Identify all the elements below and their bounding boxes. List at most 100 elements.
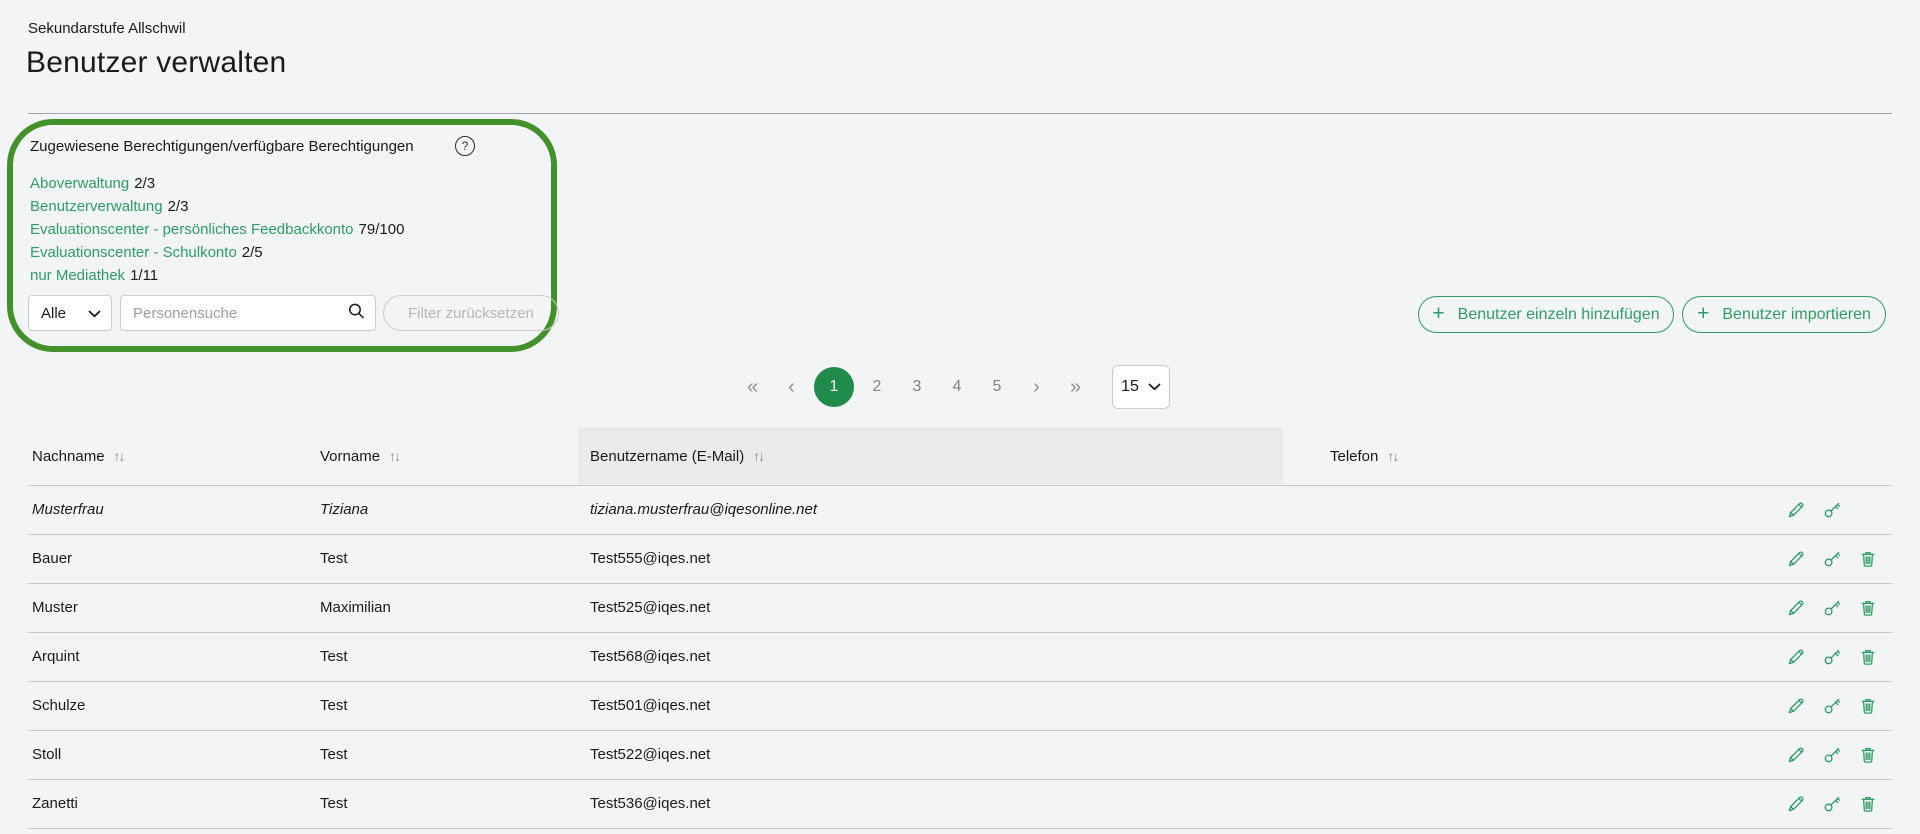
sort-icon[interactable]: ↑↓: [114, 448, 124, 464]
sort-icon[interactable]: ↑↓: [1387, 448, 1397, 464]
cell-vorname: Maximilian: [320, 584, 391, 632]
table-row: Bauer Test Test555@iqes.net: [28, 535, 1892, 584]
delete-icon[interactable]: [1858, 549, 1878, 569]
row-actions: [1786, 731, 1878, 779]
row-actions: [1786, 486, 1878, 534]
reset-filter-button[interactable]: Filter zurücksetzen: [383, 295, 559, 331]
permission-link[interactable]: Evaluationscenter - Schulkonto: [30, 244, 237, 261]
edit-icon[interactable]: [1786, 598, 1806, 618]
column-label: Telefon: [1330, 448, 1378, 465]
chevron-down-icon: [88, 305, 101, 322]
delete-icon[interactable]: [1858, 647, 1878, 667]
permissions-heading: Zugewiesene Berechtigungen/verfügbare Be…: [30, 138, 414, 155]
sort-icon[interactable]: ↑↓: [389, 448, 399, 464]
search-icon[interactable]: [347, 302, 365, 325]
cell-benutzername: Test568@iqes.net: [590, 633, 710, 681]
edit-icon[interactable]: [1786, 794, 1806, 814]
delete-icon[interactable]: [1858, 696, 1878, 716]
permission-item: Evaluationscenter - persönliches Feedbac…: [30, 218, 404, 241]
key-icon[interactable]: [1822, 598, 1842, 618]
row-actions: [1786, 535, 1878, 583]
add-user-label: Benutzer einzeln hinzufügen: [1458, 306, 1660, 324]
prev-page-button[interactable]: ‹: [775, 367, 808, 407]
last-page-button[interactable]: »: [1059, 367, 1092, 407]
permission-link[interactable]: Benutzerverwaltung: [30, 198, 163, 215]
edit-icon[interactable]: [1786, 647, 1806, 667]
cell-vorname: Tiziana: [320, 486, 368, 534]
row-actions: [1786, 682, 1878, 730]
page-button[interactable]: 5: [980, 367, 1014, 407]
key-icon[interactable]: [1822, 745, 1842, 765]
person-search: [120, 295, 376, 331]
title-divider: [28, 113, 1892, 114]
key-icon[interactable]: [1822, 647, 1842, 667]
key-icon[interactable]: [1822, 549, 1842, 569]
pagination: « ‹ 1 2 3 4 5 › » 15: [736, 365, 1170, 409]
key-icon[interactable]: [1822, 500, 1842, 520]
permission-count: 2/3: [168, 198, 189, 215]
column-header-vorname[interactable]: Vorname ↑↓: [320, 427, 399, 485]
column-header-benutzername[interactable]: Benutzername (E-Mail)↑↓: [590, 427, 763, 485]
delete-icon[interactable]: [1858, 794, 1878, 814]
help-icon[interactable]: ?: [455, 136, 475, 156]
page-size-select[interactable]: 15: [1112, 365, 1170, 409]
edit-icon[interactable]: [1786, 745, 1806, 765]
row-actions: [1786, 780, 1878, 828]
edit-icon[interactable]: [1786, 500, 1806, 520]
permission-link[interactable]: nur Mediathek: [30, 267, 125, 284]
permission-count: 79/100: [359, 221, 405, 238]
permission-count: 2/5: [242, 244, 263, 261]
page-button-active[interactable]: 1: [814, 367, 854, 407]
delete-icon[interactable]: [1858, 598, 1878, 618]
permission-item: Aboverwaltung 2/3: [30, 172, 404, 195]
cell-benutzername: Test525@iqes.net: [590, 584, 710, 632]
first-page-button[interactable]: «: [736, 367, 769, 407]
cell-nachname: Schulze: [32, 682, 85, 730]
key-icon[interactable]: [1822, 794, 1842, 814]
column-header-telefon[interactable]: Telefon ↑↓: [1330, 427, 1397, 485]
column-header-nachname[interactable]: Nachname ↑↓: [32, 427, 124, 485]
page-button[interactable]: 2: [860, 367, 894, 407]
table-row: Schulze Test Test501@iqes.net: [28, 682, 1892, 731]
table-row: Musterfrau Tiziana tiziana.musterfrau@iq…: [28, 486, 1892, 535]
permissions-list: Aboverwaltung 2/3 Benutzerverwaltung 2/3 E…: [30, 172, 404, 287]
table-row: Stoll Test Test522@iqes.net: [28, 731, 1892, 780]
import-users-button[interactable]: + Benutzer importieren: [1682, 296, 1886, 333]
sort-icon[interactable]: ↑↓: [753, 448, 763, 464]
cell-benutzername: Test522@iqes.net: [590, 731, 710, 779]
cell-benutzername: tiziana.musterfrau@iqesonline.net: [590, 486, 817, 534]
cell-nachname: Musterfrau: [32, 486, 104, 534]
delete-icon[interactable]: [1858, 745, 1878, 765]
row-actions: [1786, 633, 1878, 681]
cell-nachname: Bauer: [32, 535, 72, 583]
search-input[interactable]: [133, 305, 347, 322]
column-label: Nachname: [32, 448, 105, 465]
edit-icon[interactable]: [1786, 696, 1806, 716]
key-icon[interactable]: [1822, 696, 1842, 716]
add-user-button[interactable]: + Benutzer einzeln hinzufügen: [1418, 296, 1674, 333]
scope-select-value: Alle: [41, 305, 66, 322]
scope-select[interactable]: Alle: [28, 295, 112, 331]
next-page-button[interactable]: ›: [1020, 367, 1053, 407]
permission-link[interactable]: Evaluationscenter - persönliches Feedbac…: [30, 221, 354, 238]
permission-count: 1/11: [130, 267, 158, 284]
cell-vorname: Test: [320, 682, 348, 730]
permission-item: Benutzerverwaltung 2/3: [30, 195, 404, 218]
column-label: Vorname: [320, 448, 380, 465]
cell-nachname: Muster: [32, 584, 78, 632]
page-size-value: 15: [1121, 378, 1139, 396]
page-button[interactable]: 4: [940, 367, 974, 407]
cell-vorname: Test: [320, 780, 348, 828]
cell-nachname: Zanetti: [32, 780, 78, 828]
table-row: Arquint Test Test568@iqes.net: [28, 633, 1892, 682]
permission-link[interactable]: Aboverwaltung: [30, 175, 129, 192]
permission-count: 2/3: [134, 175, 155, 192]
edit-icon[interactable]: [1786, 549, 1806, 569]
cell-vorname: Test: [320, 535, 348, 583]
organization-label: Sekundarstufe Allschwil: [28, 20, 186, 37]
cell-nachname: Stoll: [32, 731, 61, 779]
page-button[interactable]: 3: [900, 367, 934, 407]
permission-item: nur Mediathek 1/11: [30, 264, 404, 287]
plus-icon: +: [1697, 303, 1709, 324]
permission-item: Evaluationscenter - Schulkonto 2/5: [30, 241, 404, 264]
